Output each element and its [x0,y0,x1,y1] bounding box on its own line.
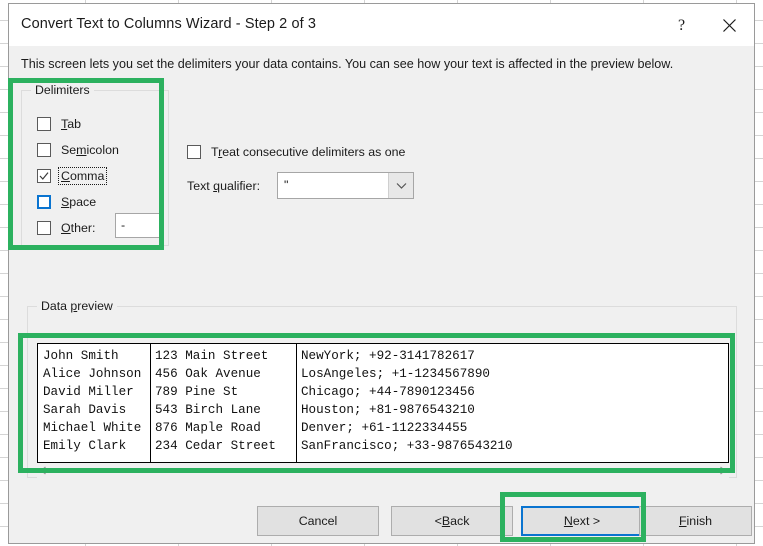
checkbox-box[interactable] [37,117,51,131]
delimiter-label-semicolon: Semicolon [61,143,119,157]
preview-cell: 789 Pine St [155,385,239,399]
back-button[interactable]: < Back [391,506,513,536]
help-button[interactable]: ? [658,4,704,46]
data-preview-rows: John Smith 123 Main Street NewYork; +92-… [38,347,728,455]
table-row: Alice Johnson 456 Oak Avenue LosAngeles;… [38,365,728,383]
preview-cell: NewYork; +92-3141782617 [301,349,475,363]
checkbox-box[interactable] [37,195,51,209]
delimiter-label-other: Other: [61,221,96,235]
preview-horizontal-scrollbar[interactable] [37,463,729,478]
table-row: Michael White 876 Maple Road Denver; +61… [38,419,728,437]
data-preview-pane[interactable]: John Smith 123 Main Street NewYork; +92-… [37,343,729,463]
other-delimiter-input[interactable]: - [115,213,161,238]
table-row: Emily Clark 234 Cedar Street SanFrancisc… [38,437,728,455]
preview-cell: John Smith [43,349,119,363]
preview-cell: David Miller [43,385,134,399]
convert-text-to-columns-dialog: Convert Text to Columns Wizard - Step 2 … [8,3,755,544]
text-qualifier-label: Text qualifier: [187,179,261,193]
checkbox-box[interactable] [37,143,51,157]
preview-cell: 234 Cedar Street [155,439,276,453]
preview-cell: Emily Clark [43,439,127,453]
scroll-left-arrow-icon[interactable] [37,464,50,477]
next-button[interactable]: Next > [521,506,643,536]
cancel-button[interactable]: Cancel [257,506,379,536]
preview-cell: 456 Oak Avenue [155,367,261,381]
delimiter-label-tab: Tab [61,117,81,131]
delimiter-label-space: Space [61,195,97,209]
preview-cell: Michael White [43,421,142,435]
delimiter-checkbox-semicolon[interactable]: Semicolon [37,141,121,159]
delimiter-checkbox-other[interactable]: Other: [37,219,97,237]
dialog-description: This screen lets you set the delimiters … [21,57,674,71]
checkbox-box[interactable] [37,221,51,235]
preview-cell: Houston; +81-9876543210 [301,403,475,417]
chevron-down-icon[interactable] [388,173,413,198]
delimiter-checkbox-space[interactable]: Space [37,193,98,211]
checkbox-box[interactable] [187,145,201,159]
delimiter-checkbox-tab[interactable]: Tab [37,115,83,133]
close-button[interactable] [706,4,752,46]
scroll-right-arrow-icon[interactable] [716,464,729,477]
chevron-down-glyph [396,182,406,189]
preview-cell: 543 Birch Lane [155,403,261,417]
delimiter-checkbox-comma[interactable]: Comma [37,167,108,185]
checkbox-box[interactable] [37,169,51,183]
delimiter-label-comma: Comma [57,167,108,185]
preview-cell: Alice Johnson [43,367,142,381]
text-qualifier-combobox[interactable]: " [277,172,414,199]
preview-cell: Chicago; +44-7890123456 [301,385,475,399]
finish-button[interactable]: Finish [639,506,752,536]
preview-cell: Sarah Davis [43,403,127,417]
checkmark-icon [39,172,49,180]
right-arrow-glyph [720,466,726,475]
preview-cell: Denver; +61-1122334455 [301,421,468,435]
table-row: Sarah Davis 543 Birch Lane Houston; +81-… [38,401,728,419]
preview-cell: 123 Main Street [155,349,269,363]
dialog-title: Convert Text to Columns Wizard - Step 2 … [21,16,317,32]
treat-consecutive-delimiters-checkbox[interactable]: Treat consecutive delimiters as one [187,143,407,161]
dialog-title-bar: Convert Text to Columns Wizard - Step 2 … [9,4,754,46]
left-arrow-glyph [40,466,46,475]
preview-cell: SanFrancisco; +33-9876543210 [301,439,513,453]
table-row: John Smith 123 Main Street NewYork; +92-… [38,347,728,365]
close-icon [722,18,736,32]
data-preview-group-title: Data preview [37,299,117,313]
delimiters-group-title: Delimiters [31,83,94,97]
treat-consecutive-delimiters-label: Treat consecutive delimiters as one [211,145,406,159]
svg-text:?: ? [677,17,684,34]
text-qualifier-value: " [284,178,289,192]
question-mark-icon: ? [677,17,684,34]
table-row: David Miller 789 Pine St Chicago; +44-78… [38,383,728,401]
preview-cell: 876 Maple Road [155,421,261,435]
preview-cell: LosAngeles; +1-1234567890 [301,367,490,381]
